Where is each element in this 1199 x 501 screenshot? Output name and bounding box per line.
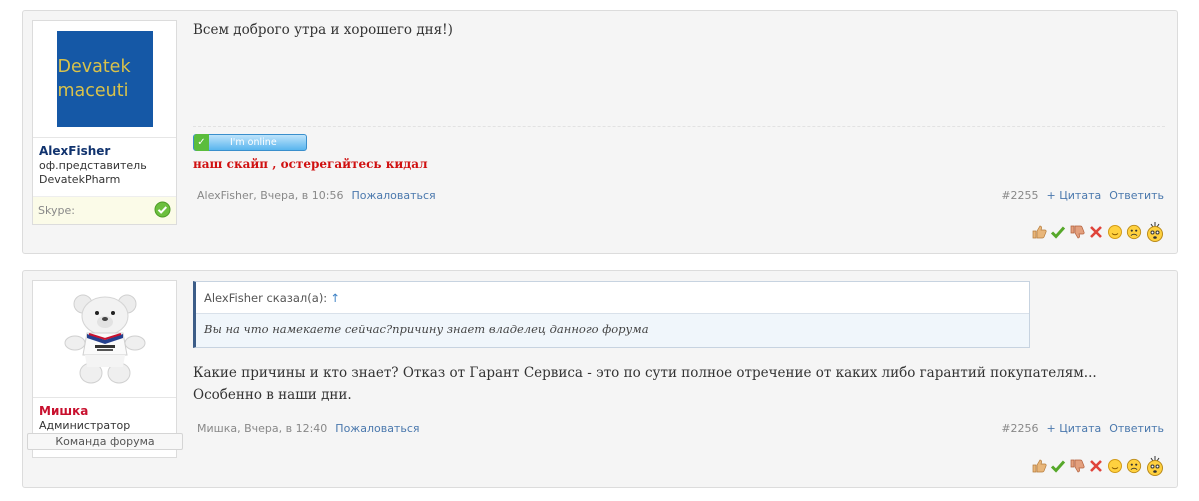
quote-link[interactable]: + Цитата (1047, 189, 1102, 202)
report-link[interactable]: Пожаловаться (335, 422, 419, 435)
skype-label: Skype: (38, 204, 75, 217)
reactions-bar (1031, 221, 1165, 243)
avatar[interactable]: Devatek maceuti (56, 31, 153, 127)
thumbs-down-icon[interactable] (1069, 458, 1085, 474)
post-author-time[interactable]: AlexFisher, Вчера, в 10:56 (197, 189, 343, 202)
user-title: Администратор (39, 419, 131, 432)
avatar-text-line2: maceuti (57, 81, 129, 101)
signature-divider (193, 126, 1165, 127)
post-meta: AlexFisher, Вчера, в 10:56 Пожаловаться (197, 189, 436, 202)
avatar[interactable] (57, 291, 153, 387)
post-number[interactable]: #2256 (1001, 422, 1038, 435)
post-meta: Мишка, Вчера, в 12:40 Пожаловаться (197, 422, 420, 435)
quote-jump-icon[interactable]: ↑ (330, 291, 340, 305)
online-badge-label: I'm online (230, 137, 277, 148)
check-icon[interactable] (1050, 458, 1066, 474)
cross-icon[interactable] (1088, 458, 1104, 474)
post-number[interactable]: #2255 (1001, 189, 1038, 202)
signature-text: наш скайп , остерегайтесь кидал (193, 157, 428, 171)
message-text: Всем доброго утра и хорошего дня!) (193, 22, 453, 38)
team-badge: Команда форума (27, 433, 183, 450)
post-actions: #2255 + Цитата Ответить (1001, 189, 1164, 202)
post-2256: Мишка Администратор Команда форума AlexF… (22, 270, 1178, 488)
reactions-bar (1031, 455, 1165, 477)
message-text: Какие причины и кто знает? Отказ от Гара… (193, 365, 1097, 403)
thumbs-down-icon[interactable] (1069, 224, 1085, 240)
shocked-icon[interactable] (1145, 221, 1165, 243)
quote-text: Вы на что намекаете сейчас?причину знает… (196, 314, 1029, 347)
user-title-extra: DevatekPharm (39, 173, 121, 186)
quote-header: AlexFisher сказал(а): ↑ (196, 282, 1029, 314)
sad-icon[interactable] (1126, 224, 1142, 240)
post-2255: Devatek maceuti AlexFisher оф.представит… (22, 10, 1178, 254)
avatar-text-line1: Devatek (57, 57, 131, 77)
username[interactable]: AlexFisher (33, 138, 176, 159)
reply-link[interactable]: Ответить (1109, 422, 1164, 435)
username[interactable]: Мишка (33, 398, 176, 419)
user-title: оф.представитель (39, 159, 147, 172)
user-block: Devatek maceuti AlexFisher оф.представит… (32, 20, 177, 225)
post-author-time[interactable]: Мишка, Вчера, в 12:40 (197, 422, 327, 435)
avatar-container: Devatek maceuti (33, 21, 176, 138)
online-check-icon: ✓ (194, 134, 209, 151)
thumbs-up-icon[interactable] (1031, 224, 1047, 240)
skype-row: Skype: (33, 196, 176, 224)
sad-icon[interactable] (1126, 458, 1142, 474)
post-actions: #2256 + Цитата Ответить (1001, 422, 1164, 435)
smile-icon[interactable] (1107, 458, 1123, 474)
quote-author: AlexFisher сказал(а): (204, 291, 328, 305)
smile-icon[interactable] (1107, 224, 1123, 240)
check-icon[interactable] (1050, 224, 1066, 240)
user-block: Мишка Администратор Команда форума (27, 280, 183, 458)
reply-link[interactable]: Ответить (1109, 189, 1164, 202)
report-link[interactable]: Пожаловаться (351, 189, 435, 202)
thumbs-up-icon[interactable] (1031, 458, 1047, 474)
cross-icon[interactable] (1088, 224, 1104, 240)
quote-link[interactable]: + Цитата (1047, 422, 1102, 435)
skype-status-icon[interactable] (154, 201, 171, 221)
avatar-container (33, 281, 176, 398)
online-status-badge[interactable]: ✓ I'm online (193, 134, 307, 151)
shocked-icon[interactable] (1145, 455, 1165, 477)
quote-block: AlexFisher сказал(а): ↑ Вы на что намекае… (193, 281, 1030, 348)
